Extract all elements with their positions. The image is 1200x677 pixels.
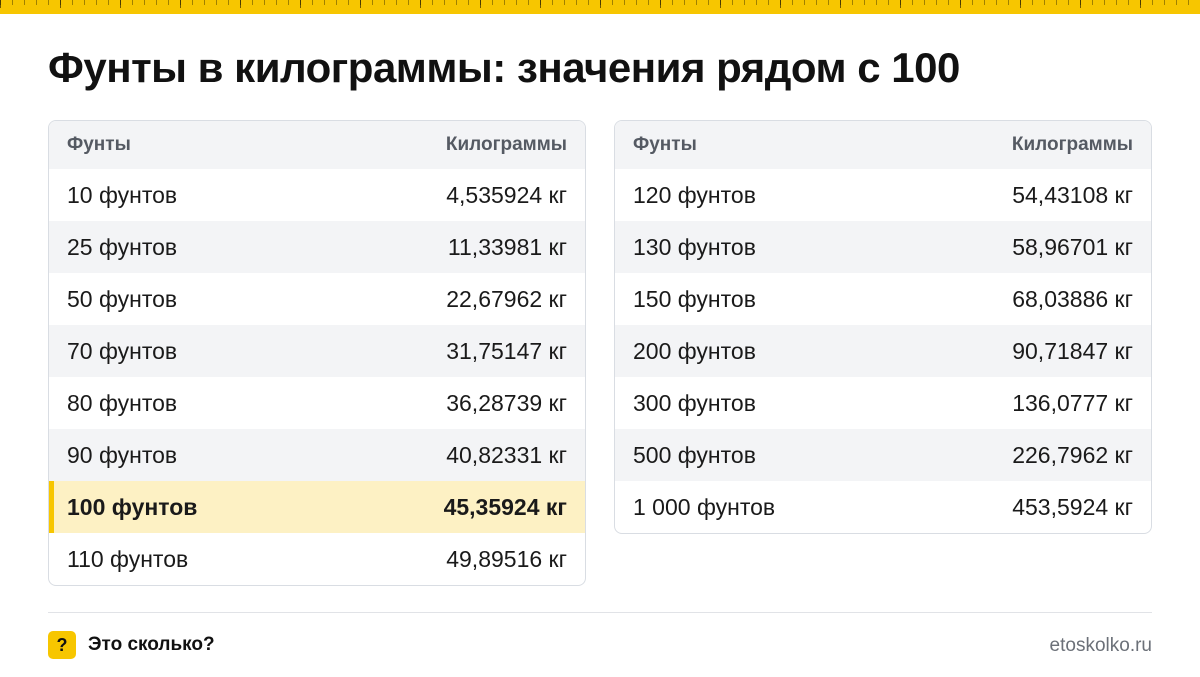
table-row: 70 фунтов 31,75147 кг — [49, 325, 585, 377]
table-row: 110 фунтов 49,89516 кг — [49, 533, 585, 585]
pounds-cell: 70 фунтов — [67, 337, 178, 364]
table-row: 80 фунтов 36,28739 кг — [49, 377, 585, 429]
pounds-cell: 1 000 фунтов — [633, 493, 776, 520]
column-header-pounds: Фунты — [633, 134, 697, 155]
kilograms-cell: 68,03886 кг — [1012, 285, 1133, 312]
table-row: 300 фунтов 136,0777 кг — [615, 377, 1151, 429]
kilograms-cell: 4,535924 кг — [446, 181, 567, 208]
brand-name: Это сколько? — [88, 634, 215, 655]
kilograms-cell: 31,75147 кг — [446, 337, 567, 364]
table-row: 150 фунтов 68,03886 кг — [615, 273, 1151, 325]
kilograms-cell: 453,5924 кг — [1012, 493, 1133, 520]
pounds-cell: 130 фунтов — [633, 233, 756, 260]
pounds-cell: 90 фунтов — [67, 441, 178, 468]
kilograms-cell: 136,0777 кг — [1012, 389, 1133, 416]
column-header-kilograms: Килограммы — [1011, 134, 1133, 155]
brand-logo[interactable]: ? Это сколько? — [48, 631, 215, 659]
kilograms-cell: 58,96701 кг — [1012, 233, 1133, 260]
table-row: 10 фунтов 4,535924 кг — [49, 169, 585, 221]
table-row: 200 фунтов 90,71847 кг — [615, 325, 1151, 377]
kilograms-cell: 36,28739 кг — [446, 389, 567, 416]
conversion-table-left: Фунты Килограммы 10 фунтов 4,535924 кг 2… — [48, 120, 586, 586]
pounds-cell: 300 фунтов — [633, 389, 756, 416]
table-row: 25 фунтов 11,33981 кг — [49, 221, 585, 273]
pounds-cell: 150 фунтов — [633, 285, 756, 312]
conversion-table-right: Фунты Килограммы 120 фунтов 54,43108 кг … — [614, 120, 1152, 534]
column-header-kilograms: Килограммы — [445, 134, 567, 155]
pounds-cell: 110 фунтов — [67, 545, 189, 572]
page-title: Фунты в килограммы: значения рядом с 100 — [48, 44, 960, 91]
table-row: 130 фунтов 58,96701 кг — [615, 221, 1151, 273]
kilograms-cell: 49,89516 кг — [446, 545, 567, 572]
pounds-cell: 500 фунтов — [633, 441, 756, 468]
table-row: 1 000 фунтов 453,5924 кг — [615, 481, 1151, 533]
kilograms-cell: 90,71847 кг — [1012, 337, 1133, 364]
kilograms-cell: 45,35924 кг — [443, 493, 567, 520]
pounds-cell: 200 фунтов — [633, 337, 756, 364]
pounds-cell: 10 фунтов — [67, 181, 178, 208]
table-row: 120 фунтов 54,43108 кг — [615, 169, 1151, 221]
kilograms-cell: 11,33981 кг — [447, 233, 567, 260]
table-row: 500 фунтов 226,7962 кг — [615, 429, 1151, 481]
question-mark-icon: ? — [48, 631, 76, 659]
table-row-highlighted: 100 фунтов 45,35924 кг — [49, 481, 585, 533]
site-url[interactable]: etoskolko.ru — [1050, 635, 1152, 657]
kilograms-cell: 226,7962 кг — [1012, 441, 1133, 468]
pounds-cell: 120 фунтов — [633, 181, 756, 208]
footer-divider — [48, 612, 1152, 613]
kilograms-cell: 40,82331 кг — [446, 441, 567, 468]
column-header-pounds: Фунты — [67, 134, 131, 155]
table-row: 50 фунтов 22,67962 кг — [49, 273, 585, 325]
table-header: Фунты Килограммы — [49, 121, 585, 169]
table-header: Фунты Килограммы — [615, 121, 1151, 169]
kilograms-cell: 22,67962 кг — [446, 285, 567, 312]
pounds-cell: 100 фунтов — [67, 493, 198, 520]
pounds-cell: 50 фунтов — [67, 285, 178, 312]
pounds-cell: 25 фунтов — [67, 233, 178, 260]
table-row: 90 фунтов 40,82331 кг — [49, 429, 585, 481]
pounds-cell: 80 фунтов — [67, 389, 178, 416]
kilograms-cell: 54,43108 кг — [1012, 181, 1133, 208]
ruler-bar — [0, 0, 1200, 14]
